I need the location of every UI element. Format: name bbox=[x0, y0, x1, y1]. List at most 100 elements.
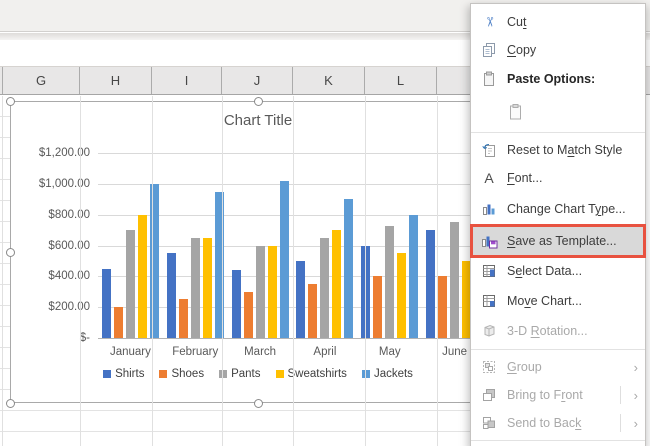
menu-item-reset-to-match-style[interactable]: Reset to Match Style bbox=[471, 136, 645, 164]
bar-jackets-march bbox=[280, 181, 289, 338]
x-axis-label: April bbox=[293, 346, 358, 358]
3d-rotation-icon bbox=[479, 323, 499, 339]
bar-pants-march bbox=[256, 246, 265, 339]
cut-icon: ✂ bbox=[479, 14, 499, 30]
grid-column-line bbox=[437, 96, 438, 446]
selection-handle[interactable] bbox=[6, 248, 15, 257]
menu-item-change-chart-type[interactable]: Change Chart Type... bbox=[471, 192, 645, 226]
bar-pants-april bbox=[320, 238, 329, 338]
menu-item-label: Font... bbox=[507, 171, 542, 185]
bar-pants-may bbox=[385, 226, 394, 338]
menu-item-paste-button[interactable] bbox=[471, 93, 645, 129]
grid-column-line bbox=[2, 96, 3, 446]
legend-label: Pants bbox=[231, 368, 260, 380]
column-header-L[interactable]: L bbox=[365, 67, 437, 94]
grid-column-line bbox=[293, 96, 294, 446]
legend-label: Jackets bbox=[374, 368, 413, 380]
bar-shoes-february bbox=[179, 299, 188, 338]
menu-item-group: Group › bbox=[471, 353, 645, 381]
column-header-G[interactable]: G bbox=[2, 67, 80, 94]
legend-swatch bbox=[276, 370, 284, 378]
bar-sweatshirts-february bbox=[203, 238, 212, 338]
menu-item-bring-to-front: Bring to Front › bbox=[471, 381, 645, 409]
reset-style-icon bbox=[479, 142, 499, 158]
menu-item-label: Send to Back bbox=[507, 416, 581, 430]
legend-item-shirts: Shirts bbox=[103, 368, 144, 380]
column-header-I[interactable]: I bbox=[152, 67, 222, 94]
bar-sweatshirts-january bbox=[138, 215, 147, 338]
menu-item-label: Cut bbox=[507, 15, 526, 29]
legend-swatch bbox=[219, 370, 227, 378]
selection-handle[interactable] bbox=[254, 97, 263, 106]
column-header-H[interactable]: H bbox=[80, 67, 152, 94]
chart-title[interactable]: Chart Title bbox=[11, 112, 505, 129]
selection-handle[interactable] bbox=[6, 97, 15, 106]
grid-column-line bbox=[222, 96, 223, 446]
menu-item-save-as-template[interactable]: Save as Template... bbox=[471, 226, 645, 256]
select-data-icon bbox=[479, 263, 499, 279]
bar-pants-january bbox=[126, 230, 135, 338]
chart-object[interactable]: Chart Title $1,200.00$1,000.00$800.00$60… bbox=[10, 101, 506, 403]
save-as-template-icon bbox=[479, 233, 499, 249]
legend-label: Shirts bbox=[115, 368, 144, 380]
bar-shoes-june bbox=[438, 276, 447, 338]
menu-item-move-chart[interactable]: Move Chart... bbox=[471, 286, 645, 316]
menu-item-label: Copy bbox=[507, 43, 536, 57]
bar-jackets-april bbox=[344, 199, 353, 338]
context-menu: ✂ Cut Copy Paste Options: Reset to Match Sty… bbox=[470, 3, 646, 446]
font-icon: A bbox=[479, 170, 499, 186]
change-chart-type-icon bbox=[479, 201, 499, 217]
menu-item-font[interactable]: A Font... bbox=[471, 164, 645, 192]
selection-handle[interactable] bbox=[6, 399, 15, 408]
menu-item-select-data[interactable]: Select Data... bbox=[471, 256, 645, 286]
bar-sweatshirts-may bbox=[397, 253, 406, 338]
menu-item-label: Save as Template... bbox=[507, 234, 617, 248]
bar-pants-june bbox=[450, 222, 459, 338]
menu-separator bbox=[471, 349, 645, 350]
paste-thumb-icon bbox=[505, 103, 525, 120]
menu-item-cut[interactable]: ✂ Cut bbox=[471, 8, 645, 36]
column-header-J[interactable]: J bbox=[222, 67, 293, 94]
bar-shirts-february bbox=[167, 253, 176, 338]
menu-item-copy[interactable]: Copy bbox=[471, 36, 645, 64]
menu-item-label: Change Chart Type... bbox=[507, 202, 626, 216]
legend-swatch bbox=[103, 370, 111, 378]
chart-legend[interactable]: Shirts Shoes Pants Sweatshirts Jackets bbox=[11, 368, 505, 380]
menu-item-label: Paste Options: bbox=[507, 72, 595, 86]
grid-column-line bbox=[80, 96, 81, 446]
excel-window: GHIJKL Chart Title $1,200.00$1,000.00$80… bbox=[0, 0, 650, 446]
bar-shirts-june bbox=[426, 230, 435, 338]
submenu-arrow-icon: › bbox=[634, 389, 638, 402]
bring-to-front-icon bbox=[479, 387, 499, 403]
legend-label: Shoes bbox=[171, 368, 204, 380]
bar-pants-february bbox=[191, 238, 200, 338]
bar-shoes-january bbox=[114, 307, 123, 338]
menu-item-label: Group bbox=[507, 360, 542, 374]
column-header-K[interactable]: K bbox=[293, 67, 365, 94]
menu-item-send-to-back: Send to Back› bbox=[471, 409, 645, 437]
move-chart-icon bbox=[479, 293, 499, 309]
legend-item-sweatshirts: Sweatshirts bbox=[276, 368, 347, 380]
grid-column-line bbox=[152, 96, 153, 446]
bar-shoes-march bbox=[244, 292, 253, 338]
menu-separator bbox=[471, 132, 645, 133]
menu-item-label: Move Chart... bbox=[507, 294, 582, 308]
bar-shoes-may bbox=[373, 276, 382, 338]
menu-item-label: Bring to Front bbox=[507, 388, 583, 402]
menu-item-label: Reset to Match Style bbox=[507, 143, 622, 157]
menu-item-paste-options[interactable]: Paste Options: bbox=[471, 64, 645, 93]
send-to-back-icon bbox=[479, 415, 499, 431]
selection-handle[interactable] bbox=[254, 399, 263, 408]
bar-shirts-march bbox=[232, 270, 241, 338]
menu-item-label: Select Data... bbox=[507, 264, 582, 278]
menu-item-3d-rotation: 3-D Rotation... bbox=[471, 316, 645, 346]
bar-shoes-april bbox=[308, 284, 317, 338]
copy-icon bbox=[479, 42, 499, 58]
submenu-divider bbox=[620, 386, 621, 404]
grid-column-line bbox=[365, 96, 366, 446]
legend-label: Sweatshirts bbox=[288, 368, 347, 380]
legend-item-pants: Pants bbox=[219, 368, 260, 380]
submenu-arrow-icon: › bbox=[634, 361, 638, 374]
group-icon bbox=[479, 359, 499, 375]
x-axis-label: May bbox=[357, 346, 422, 358]
